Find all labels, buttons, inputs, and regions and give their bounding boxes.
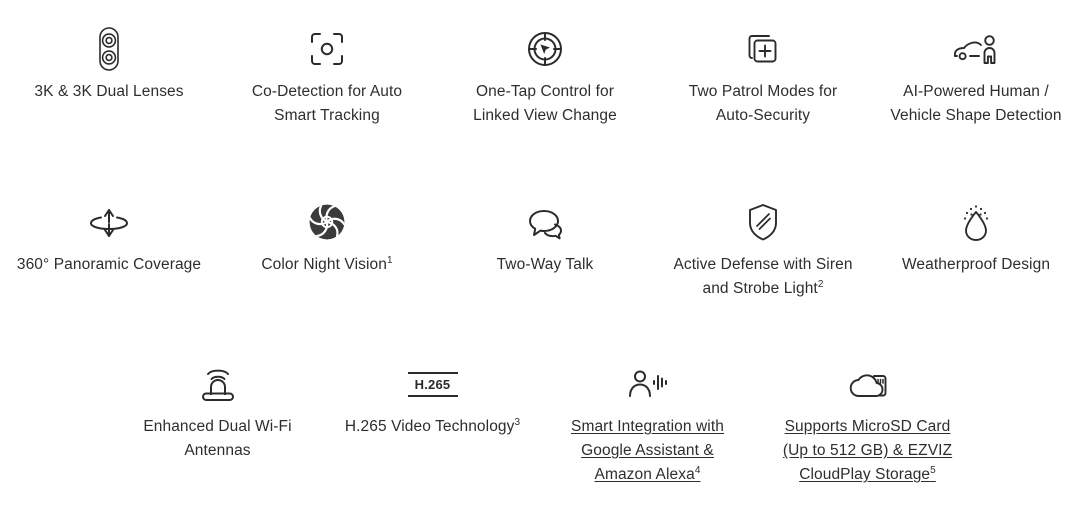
- feature-row-1: 3K & 3K Dual Lenses Co-Detection for Aut…: [0, 0, 1080, 178]
- feature-label: Two Patrol Modes for Auto-Security: [689, 80, 837, 128]
- car-person-detection-icon: [948, 18, 1004, 80]
- feature-label-line-2: Linked View Change: [473, 107, 617, 124]
- focus-frame-target-icon: [305, 18, 349, 80]
- rotate-360-icon: [86, 191, 132, 253]
- feature-label-line-1: H.265 Video Technology: [344, 418, 515, 435]
- wifi-antenna-icon: [194, 353, 242, 415]
- feature-item-dual-lenses: 3K & 3K Dual Lenses: [0, 18, 218, 104]
- speech-bubbles-icon: [522, 191, 568, 253]
- feature-label: Two-Way Talk: [497, 253, 594, 277]
- feature-label-line-1: 3K & 3K Dual Lenses: [34, 83, 184, 100]
- feature-item-panoramic: 360° Panoramic Coverage: [0, 191, 218, 277]
- feature-label-line-1: One-Tap Control for: [475, 83, 614, 100]
- feature-label-line-1: Active Defense with Siren: [673, 256, 853, 273]
- h265-label: H.265: [414, 376, 451, 392]
- feature-label-line-1: Weatherproof Design: [901, 256, 1051, 273]
- feature-label: 360° Panoramic Coverage: [17, 253, 201, 277]
- feature-item-h265: H.265 H.265 Video Technology3: [325, 353, 540, 439]
- feature-row-2: 360° Panoramic Coverage Color Night Visi…: [0, 178, 1080, 343]
- feature-item-one-tap-control: One-Tap Control for Linked View Change: [436, 18, 654, 128]
- feature-label: Color Night Vision1: [261, 253, 392, 277]
- feature-label-line-3: Amazon Alexa: [594, 466, 695, 483]
- feature-label-line-2: Vehicle Shape Detection: [890, 107, 1062, 124]
- feature-label-line-1: Co-Detection for Auto: [251, 83, 403, 100]
- feature-label-line-2: Antennas: [184, 442, 251, 459]
- aperture-icon: [304, 191, 350, 253]
- feature-label: 3K & 3K Dual Lenses: [34, 80, 183, 104]
- footnote-marker: 4: [694, 464, 701, 476]
- feature-label: Enhanced Dual Wi-Fi Antennas: [143, 415, 291, 463]
- feature-item-wifi-antennas: Enhanced Dual Wi-Fi Antennas: [110, 353, 325, 463]
- feature-label: One-Tap Control for Linked View Change: [473, 80, 617, 128]
- feature-label: Active Defense with Siren and Strobe Lig…: [673, 253, 852, 301]
- feature-label: Weatherproof Design: [902, 253, 1050, 277]
- feature-label-line-2: Smart Tracking: [274, 107, 380, 124]
- feature-item-active-defense: Active Defense with Siren and Strobe Lig…: [654, 191, 872, 301]
- feature-label: AI-Powered Human / Vehicle Shape Detecti…: [890, 80, 1061, 128]
- crosshair-cursor-icon: [523, 18, 567, 80]
- feature-label-line-1: Color Night Vision: [261, 256, 387, 273]
- feature-item-patrol-modes: Two Patrol Modes for Auto-Security: [654, 18, 872, 128]
- water-drop-icon: [953, 191, 999, 253]
- feature-item-weatherproof: Weatherproof Design: [872, 191, 1080, 277]
- feature-grid: 3K & 3K Dual Lenses Co-Detection for Aut…: [0, 0, 1080, 523]
- h265-bottom-rule: [407, 394, 458, 397]
- footnote-marker: 5: [930, 464, 936, 476]
- feature-label-line-2: Auto-Security: [715, 107, 811, 124]
- feature-item-co-detection: Co-Detection for Auto Smart Tracking: [218, 18, 436, 128]
- feature-label-line-2: (Up to 512 GB) & EZVIZ: [782, 442, 953, 459]
- feature-label-line-3: CloudPlay Storage: [799, 466, 931, 483]
- feature-label-line-1: Supports MicroSD Card: [784, 418, 951, 435]
- feature-label-line-1: Enhanced Dual Wi-Fi: [143, 418, 292, 435]
- shield-icon: [743, 191, 783, 253]
- voice-assistant-icon: [623, 353, 673, 415]
- feature-row-3: Enhanced Dual Wi-Fi Antennas H.265 H.265…: [0, 343, 1080, 523]
- feature-label-line-1: 360° Panoramic Coverage: [16, 256, 202, 273]
- feature-label: H.265 Video Technology3: [345, 415, 520, 439]
- feature-label-line-1: Smart Integration with: [571, 418, 724, 435]
- cloud-sdcard-icon: [842, 353, 894, 415]
- feature-label-line-1: Two-Way Talk: [496, 256, 594, 273]
- feature-label-line-1: Two Patrol Modes for: [688, 83, 838, 100]
- footnote-marker: 3: [514, 416, 521, 428]
- dual-lens-icon: [88, 18, 130, 80]
- feature-item-two-way-talk: Two-Way Talk: [436, 191, 654, 277]
- h265-badge-icon: H.265: [407, 353, 458, 415]
- feature-label: Co-Detection for Auto Smart Tracking: [252, 80, 402, 128]
- feature-item-smart-integration: Smart Integration with Google Assistant …: [540, 353, 755, 487]
- feature-link[interactable]: Supports MicroSD Card (Up to 512 GB) & E…: [783, 415, 952, 487]
- feature-item-microsd-cloudplay: Supports MicroSD Card (Up to 512 GB) & E…: [755, 353, 980, 487]
- feature-link[interactable]: Smart Integration with Google Assistant …: [571, 415, 724, 487]
- feature-label-line-2: Google Assistant &: [581, 442, 714, 459]
- footnote-marker: 2: [817, 278, 824, 290]
- add-layers-icon: [741, 18, 785, 80]
- footnote-marker: 1: [386, 254, 393, 266]
- feature-label-line-2: and Strobe Light: [702, 280, 818, 297]
- feature-item-color-night-vision: Color Night Vision1: [218, 191, 436, 277]
- feature-label-line-1: AI-Powered Human /: [903, 83, 1049, 100]
- feature-item-ai-detection: AI-Powered Human / Vehicle Shape Detecti…: [872, 18, 1080, 128]
